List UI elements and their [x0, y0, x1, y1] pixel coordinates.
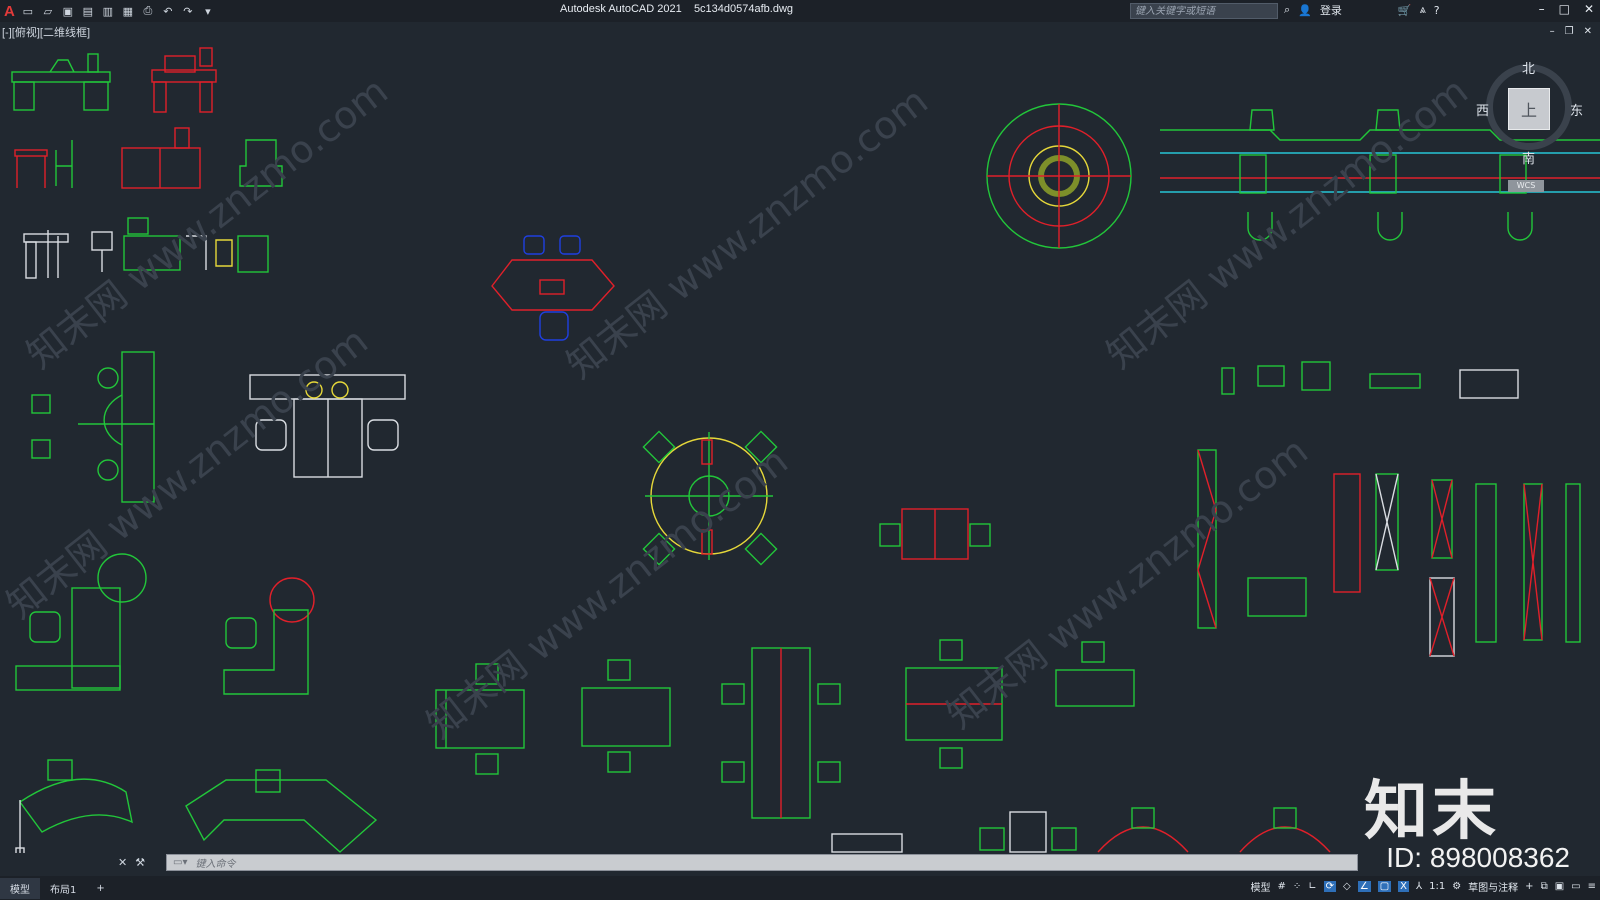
workspace-switch[interactable]: 草图与注释 [1468, 879, 1518, 894]
watermark-brand: 知末 [1364, 775, 1500, 849]
angled-reception-desk [185, 769, 378, 853]
plus-icon[interactable]: + [1525, 881, 1533, 892]
viewcube-top-face[interactable]: 上 [1508, 88, 1550, 130]
login-link[interactable]: 登录 [1320, 2, 1342, 18]
curved-workstation-green [31, 351, 155, 503]
isolate-icon[interactable]: ⧉ [1541, 881, 1548, 892]
ortho-icon[interactable]: ∟ [1308, 881, 1316, 892]
desk-elevation-green [11, 53, 111, 111]
svg-text:知末网 www.znzmo.com: 知末网 www.znzmo.com [1098, 69, 1476, 377]
saveas-icon[interactable]: ▤ [81, 4, 95, 18]
print-icon[interactable]: ⎙ [141, 4, 155, 18]
account-tools: ⌕ 👤 登录 🛒 ⩓ ? [1284, 2, 1440, 18]
command-line: ✕ ⚒ ▭▾ 键入命令 [118, 853, 1358, 871]
drawing-canvas[interactable]: 知末网 www.znzmo.com 知末网 www.znzmo.com 知末网 … [0, 40, 1600, 853]
annotation-scale[interactable]: 1:1 [1429, 881, 1445, 892]
a360-icon[interactable]: ⩓ [1420, 3, 1426, 17]
maximize-button[interactable]: □ [1559, 2, 1570, 16]
compass-south[interactable]: 南 [1522, 148, 1535, 167]
desk-elevation-red [151, 47, 217, 113]
desk-pair-green-2 [581, 659, 671, 773]
open-icon[interactable]: ▱ [41, 4, 55, 18]
watermark-pattern: 知末网 www.znzmo.com 知末网 www.znzmo.com 知末网 … [0, 69, 1476, 747]
file-name: 5c134d0574afb.dwg [693, 3, 794, 15]
close-icon[interactable]: ✕ [118, 856, 127, 869]
help-icon[interactable]: ? [1434, 4, 1440, 17]
command-input[interactable]: ▭▾ 键入命令 [166, 853, 1358, 871]
document-controls: – ❐ ✕ [1550, 26, 1592, 37]
new-icon[interactable]: ▭ [21, 4, 35, 18]
publish-icon[interactable]: ▦ [121, 4, 135, 18]
snap-icon[interactable]: ⁘ [1293, 881, 1301, 892]
close-button[interactable]: ✕ [1584, 2, 1594, 16]
desk-chair-set-white [23, 230, 113, 279]
round-table-plan [986, 103, 1132, 249]
redo-icon[interactable]: ↷ [181, 4, 195, 18]
dresser-red [121, 127, 201, 189]
table-two-chairs [879, 508, 991, 560]
l-desk-with-red-round-table [223, 577, 315, 695]
save-icon[interactable]: ▣ [61, 4, 75, 18]
add-layout-button[interactable]: + [86, 880, 114, 897]
clean-screen-icon[interactable]: ▭ [1571, 881, 1580, 892]
doc-restore-button[interactable]: ❐ [1565, 26, 1574, 37]
otrack-icon[interactable]: ∠ [1357, 881, 1371, 892]
wrench-icon[interactable]: ⚒ [135, 856, 145, 869]
polar-icon[interactable]: ⟳ [1323, 881, 1337, 892]
autoscale-icon[interactable]: ⅄ [1416, 881, 1422, 892]
menu-icon[interactable]: ≡ [1588, 881, 1596, 892]
svg-text:知末网 www.znzmo.com: 知末网 www.znzmo.com [418, 439, 796, 747]
meeting-table-green [721, 647, 841, 819]
search-input[interactable]: 键入关键字或短语 [1130, 3, 1278, 19]
command-placeholder: 键入命令 [195, 858, 236, 870]
grid-icon[interactable]: # [1277, 881, 1285, 892]
search-icon[interactable]: ⌕ [1284, 3, 1290, 17]
tab-model[interactable]: 模型 [0, 877, 40, 899]
annotation-visibility-icon[interactable]: Ⅹ [1398, 881, 1409, 892]
status-bar: 模型 布局1 + 模型 # ⁘ ∟ ⟳ ◇ ∠ ▢ Ⅹ ⅄ 1:1 ⚙ 草图与注… [0, 876, 1600, 900]
compass-west[interactable]: 西 [1476, 100, 1489, 119]
autocad-logo-icon[interactable]: A [4, 3, 15, 20]
doc-minimize-button[interactable]: – [1550, 26, 1555, 37]
window-controls: – □ ✕ [1539, 2, 1594, 16]
compass-north[interactable]: 北 [1522, 58, 1535, 77]
title-bar: A ▭ ▱ ▣ ▤ ▥ ▦ ⎙ ↶ ↷ ▾ Autodesk AutoCAD 2… [0, 0, 1600, 22]
partial-furniture-bottom [831, 807, 1331, 853]
curved-reception-desk [19, 759, 133, 853]
doc-close-button[interactable]: ✕ [1584, 26, 1592, 37]
gear-icon[interactable]: ⚙ [1452, 881, 1461, 892]
tab-layout1[interactable]: 布局1 [40, 878, 86, 899]
svg-text:知末网 www.znzmo.com: 知末网 www.znzmo.com [938, 429, 1316, 737]
compass-east[interactable]: 东 [1570, 100, 1583, 119]
plot-preview-icon[interactable]: ▥ [101, 4, 115, 18]
osnap-icon[interactable]: ◇ [1343, 881, 1351, 892]
svg-text:知末网 www.znzmo.com: 知末网 www.znzmo.com [558, 79, 936, 387]
selection-icon[interactable]: ▢ [1377, 881, 1392, 892]
minimize-button[interactable]: – [1539, 2, 1545, 16]
watermark-id: ID: 898008362 [1386, 842, 1570, 873]
quick-access-toolbar: A ▭ ▱ ▣ ▤ ▥ ▦ ⎙ ↶ ↷ ▾ [0, 3, 215, 20]
status-tools: 模型 # ⁘ ∟ ⟳ ◇ ∠ ▢ Ⅹ ⅄ 1:1 ⚙ 草图与注释 + ⧉ ▣ ▭… [1250, 879, 1596, 894]
customize-icon[interactable]: ▾ [201, 4, 215, 18]
wcs-menu[interactable]: WCS [1508, 180, 1544, 192]
office-equipment-green [1221, 361, 1519, 399]
cart-icon[interactable]: 🛒 [1398, 4, 1412, 17]
model-space-button[interactable]: 模型 [1250, 879, 1270, 894]
hardware-accel-icon[interactable]: ▣ [1555, 881, 1564, 892]
viewcube[interactable]: 上 北 南 东 西 WCS [1476, 58, 1590, 198]
undo-icon[interactable]: ↶ [161, 4, 175, 18]
window-title: Autodesk AutoCAD 2021 5c134d0574afb.dwg [560, 3, 793, 15]
viewport-label[interactable]: [-][俯视][二维线框] [2, 24, 90, 40]
user-icon[interactable]: 👤 [1298, 4, 1312, 17]
app-title: Autodesk AutoCAD 2021 [560, 3, 682, 15]
side-table-chair-red [14, 140, 73, 188]
command-history-icon[interactable]: ▭▾ [173, 857, 187, 868]
